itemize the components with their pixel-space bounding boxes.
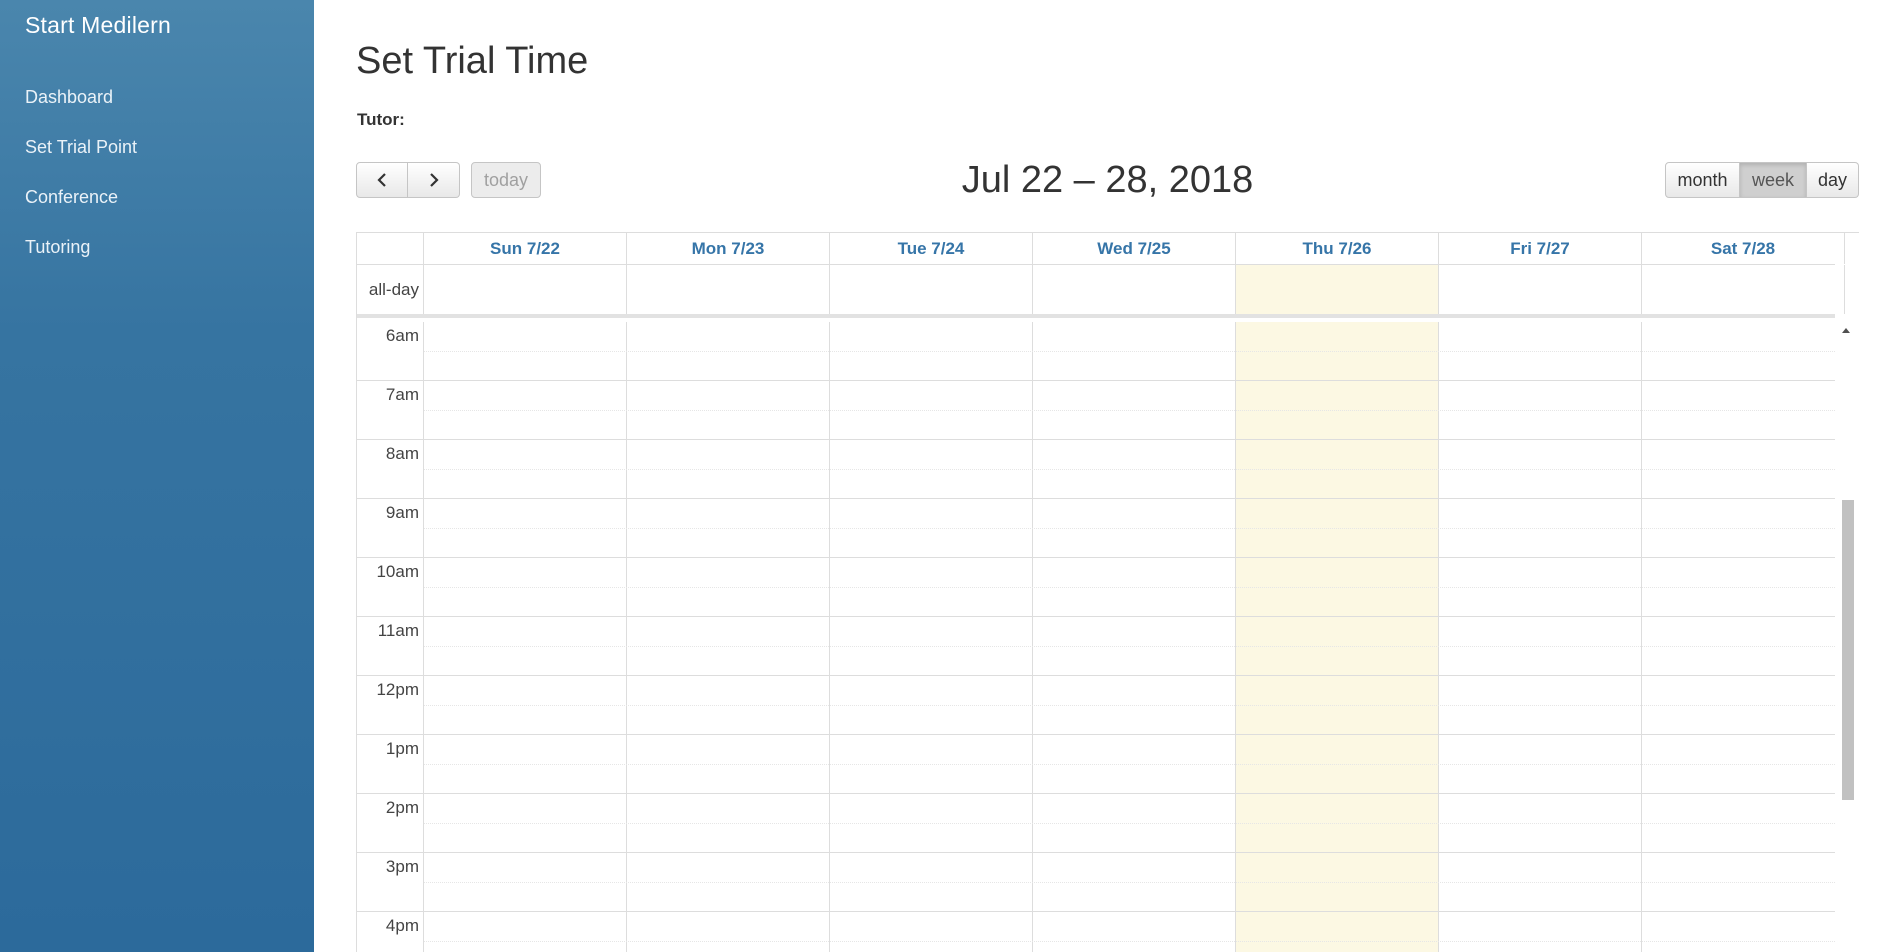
chevron-left-icon	[377, 173, 386, 187]
half-hour-line	[424, 410, 1835, 411]
time-label: 1pm	[357, 735, 424, 793]
day-header: Wed 7/25	[1033, 233, 1236, 264]
today-button[interactable]: today	[471, 162, 541, 198]
nav-button-group	[356, 162, 460, 198]
time-row: 4pm	[357, 912, 1845, 952]
time-row: 1pm	[357, 735, 1845, 794]
time-label: 8am	[357, 440, 424, 498]
all-day-slot-today[interactable]	[1236, 265, 1439, 314]
day-header: Tue 7/24	[830, 233, 1033, 264]
time-label: 12pm	[357, 676, 424, 734]
sidebar-nav: Dashboard Set Trial Point Conference Tut…	[0, 72, 314, 272]
all-day-slot[interactable]	[1033, 265, 1236, 314]
time-label: 2pm	[357, 794, 424, 852]
calendar-toolbar: Jul 22 – 28, 2018 today month week day	[356, 159, 1859, 201]
all-day-slot[interactable]	[830, 265, 1033, 314]
half-hour-line	[424, 823, 1835, 824]
time-row: 7am	[357, 381, 1845, 440]
all-day-slot[interactable]	[1642, 265, 1845, 314]
sidebar-item-set-trial-point[interactable]: Set Trial Point	[0, 122, 314, 172]
time-row: 6am	[357, 322, 1845, 381]
scroll-thumb[interactable]	[1842, 500, 1854, 800]
day-header-row: Sun 7/22 Mon 7/23 Tue 7/24 Wed 7/25 Thu …	[357, 233, 1845, 265]
prev-button[interactable]	[356, 162, 408, 198]
time-row: 8am	[357, 440, 1845, 499]
time-slot[interactable]	[1033, 912, 1236, 952]
time-grid: 6am 7am 8am 9am 10am 11am 12pm 1pm 2pm 3pm 4pm	[357, 322, 1845, 952]
half-hour-line	[424, 646, 1835, 647]
day-header: Sat 7/28	[1642, 233, 1845, 264]
half-hour-line	[424, 882, 1835, 883]
all-day-slot[interactable]	[424, 265, 627, 314]
view-month-button[interactable]: month	[1665, 162, 1740, 198]
scroll-up-arrow-icon[interactable]	[1842, 328, 1850, 333]
half-hour-line	[424, 587, 1835, 588]
sidebar: Start Medilern Dashboard Set Trial Point…	[0, 0, 314, 952]
chevron-right-icon	[429, 173, 439, 187]
brand-link[interactable]: Start Medilern	[25, 12, 171, 39]
time-row: 12pm	[357, 676, 1845, 735]
page-title: Set Trial Time	[356, 40, 589, 82]
day-header: Thu 7/26	[1236, 233, 1439, 264]
view-button-group: month week day	[1665, 162, 1859, 198]
axis-header	[357, 233, 424, 264]
time-label: 11am	[357, 617, 424, 675]
all-day-slot[interactable]	[627, 265, 830, 314]
view-week-button[interactable]: week	[1740, 162, 1807, 198]
sidebar-item-dashboard[interactable]: Dashboard	[0, 72, 314, 122]
time-slot[interactable]	[1642, 912, 1845, 952]
half-hour-line	[424, 528, 1835, 529]
time-row: 2pm	[357, 794, 1845, 853]
time-label: 7am	[357, 381, 424, 439]
time-slot[interactable]	[1439, 912, 1642, 952]
sidebar-item-conference[interactable]: Conference	[0, 172, 314, 222]
time-label: 3pm	[357, 853, 424, 911]
all-day-slot[interactable]	[1439, 265, 1642, 314]
day-header: Fri 7/27	[1439, 233, 1642, 264]
day-header: Mon 7/23	[627, 233, 830, 264]
time-label: 10am	[357, 558, 424, 616]
time-slot[interactable]	[830, 912, 1033, 952]
time-row: 9am	[357, 499, 1845, 558]
all-day-row: all-day	[357, 265, 1845, 318]
view-day-button[interactable]: day	[1807, 162, 1859, 198]
half-hour-line	[424, 351, 1835, 352]
date-range-title: Jul 22 – 28, 2018	[961, 159, 1254, 201]
half-hour-line	[424, 941, 1835, 942]
time-slot[interactable]	[627, 912, 830, 952]
all-day-label: all-day	[357, 265, 424, 314]
half-hour-line	[424, 705, 1835, 706]
time-slot[interactable]	[424, 912, 627, 952]
time-row: 3pm	[357, 853, 1845, 912]
half-hour-line	[424, 764, 1835, 765]
half-hour-line	[424, 469, 1835, 470]
week-calendar: Sun 7/22 Mon 7/23 Tue 7/24 Wed 7/25 Thu …	[356, 232, 1859, 952]
sidebar-item-tutoring[interactable]: Tutoring	[0, 222, 314, 272]
time-label: 6am	[357, 322, 424, 380]
next-button[interactable]	[408, 162, 460, 198]
main-content: Set Trial Time Tutor: Jul 22 – 28, 2018 …	[314, 0, 1887, 952]
time-label: 9am	[357, 499, 424, 557]
calendar-scrollbar[interactable]	[1835, 322, 1859, 952]
time-label: 4pm	[357, 912, 424, 952]
time-row: 11am	[357, 617, 1845, 676]
day-header: Sun 7/22	[424, 233, 627, 264]
time-row: 10am	[357, 558, 1845, 617]
tutor-label: Tutor:	[357, 110, 405, 129]
time-slot-today[interactable]	[1236, 912, 1439, 952]
